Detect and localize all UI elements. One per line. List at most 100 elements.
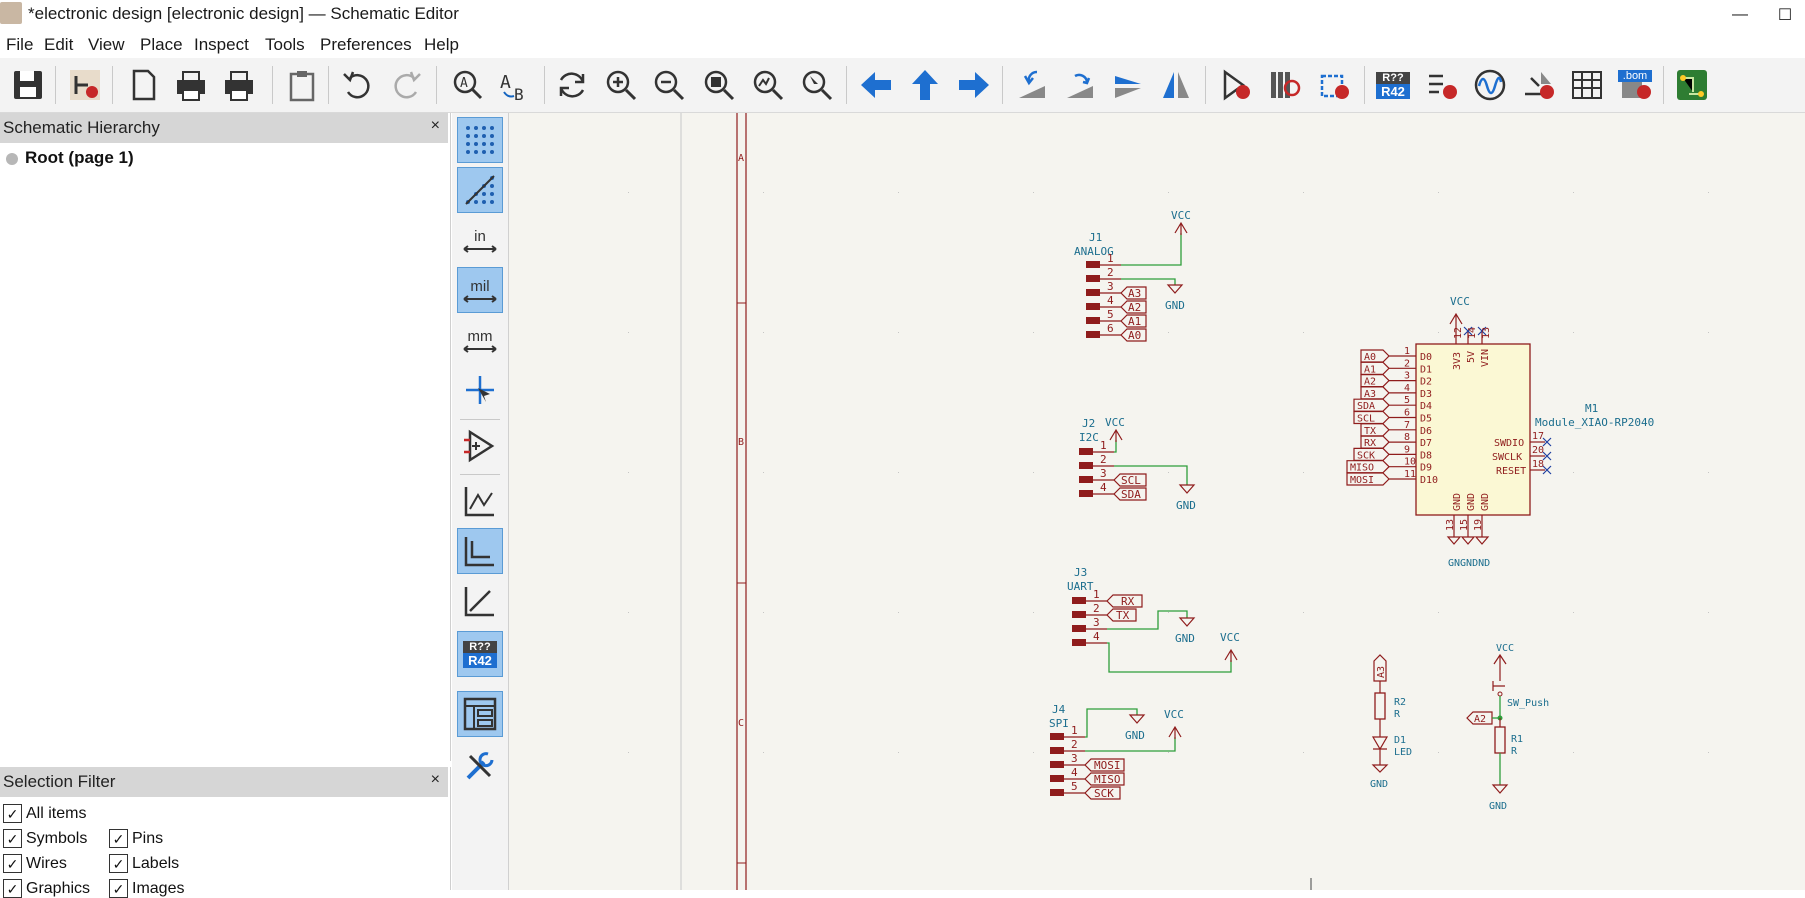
annotate-button[interactable]: R?? R42 [1374,66,1412,104]
filter-graphics[interactable]: ✓ Graphics [3,879,90,898]
checkbox-wires[interactable]: ✓ [3,854,22,873]
navigate-forward-icon[interactable] [955,66,993,104]
zoom-out-icon[interactable] [650,66,688,104]
grid-dots-icon[interactable] [457,117,503,163]
filter-images[interactable]: ✓ Images [109,879,184,898]
zoom-selection-icon[interactable] [798,66,836,104]
table-icon[interactable] [1568,66,1606,104]
units-mil-label: mil [470,277,490,295]
j1-label-a2: A2 [1128,301,1141,314]
refresh-icon[interactable] [553,66,591,104]
svg-text:3: 3 [1107,280,1114,293]
checkbox-labels[interactable]: ✓ [109,854,128,873]
hierarchy-close-button[interactable]: × [431,117,440,135]
redo-icon[interactable] [388,66,426,104]
j2-label-scl: SCL [1121,474,1141,487]
svg-text:3: 3 [1071,752,1078,765]
m1-pin-number: 1 [1404,346,1410,357]
menu-inspect[interactable]: Inspect [194,35,249,55]
cursor-crosshair-icon[interactable] [457,367,503,413]
m1-value: Module_XIAO-RP2040 [1535,416,1654,429]
selection-filter-close-button[interactable]: × [431,771,440,789]
units-mil-button[interactable]: mil [457,267,503,313]
symbol-browser-icon[interactable] [1266,66,1304,104]
mirror-vertical-icon[interactable] [1109,66,1147,104]
m1-label-text: SCK [1357,450,1375,461]
schematic-setup-icon[interactable] [66,66,104,104]
checkbox-graphics[interactable]: ✓ [3,879,22,898]
svg-text:GND: GND [1480,493,1491,511]
m1-pin-number: 8 [1404,432,1410,443]
schematic-drawing[interactable]: A B C J1 ANALOG 1 2 3 4 5 6 VCC GND A3 A… [509,113,1805,890]
menu-file[interactable]: File [6,35,33,55]
annotation-toggle-button[interactable]: R?? R42 [457,631,503,677]
m1-gnd-label: GNGNDND [1448,558,1490,569]
filter-pins[interactable]: ✓ Pins [109,829,163,848]
checkbox-symbols[interactable]: ✓ [3,829,22,848]
filter-all-items[interactable]: ✓ All items [3,804,86,823]
checkbox-all-items[interactable]: ✓ [3,804,22,823]
menu-help[interactable]: Help [424,35,459,55]
root-page-item[interactable]: Root (page 1) [25,148,134,168]
save-icon[interactable] [9,66,47,104]
find-replace-icon[interactable]: AB [496,66,534,104]
schematic-hierarchy-panel: Schematic Hierarchy × Root (page 1) [0,113,451,761]
selection-filter-panel: Selection Filter × ✓ All items ✓ Symbols ✓… [0,767,451,898]
filter-wires[interactable]: ✓ Wires [3,854,67,873]
menu-edit[interactable]: Edit [44,35,73,55]
m1-pin-name: D4 [1420,401,1432,412]
zoom-fit-icon[interactable] [700,66,738,104]
line-mode-90-icon[interactable] [457,528,503,574]
symbol-editor-icon[interactable] [1217,66,1255,104]
grid-overrides-icon[interactable] [457,167,503,213]
menu-preferences[interactable]: Preferences [320,35,412,55]
properties-tools-icon[interactable] [457,743,503,789]
hierarchy-panel-toggle-icon[interactable] [457,691,503,737]
units-inch-button[interactable]: in [457,217,503,263]
left-annotate-bottom-label: R42 [463,652,497,668]
j2-label-sda: SDA [1121,488,1141,501]
checkbox-pins[interactable]: ✓ [109,829,128,848]
rotate-ccw-icon[interactable] [1013,66,1051,104]
zoom-objects-icon[interactable] [749,66,787,104]
schematic-canvas[interactable]: A B C J1 ANALOG 1 2 3 4 5 6 VCC GND A3 A… [509,113,1805,890]
bom-button[interactable]: .bom [1616,66,1654,104]
svg-text:14: 14 [1467,327,1478,339]
menu-tools[interactable]: Tools [265,35,305,55]
svg-text:B: B [514,85,524,102]
line-mode-45-icon[interactable] [457,578,503,624]
j2-gnd-label: GND [1176,499,1196,512]
m1-pin-name: D5 [1420,414,1432,425]
plot-icon[interactable] [220,66,258,104]
paste-icon[interactable] [283,66,321,104]
hidden-pins-icon[interactable] [457,423,503,469]
r1-value: R [1511,746,1518,757]
title-bar: *electronic design [electronic design] —… [0,0,1805,30]
minimize-button[interactable]: — [1720,0,1760,30]
r1-ref: R1 [1511,734,1523,745]
rotate-cw-icon[interactable] [1061,66,1099,104]
menu-view[interactable]: View [88,35,125,55]
zoom-in-icon[interactable] [602,66,640,104]
filter-symbols[interactable]: ✓ Symbols [3,829,87,848]
filter-labels[interactable]: ✓ Labels [109,854,179,873]
checkbox-images[interactable]: ✓ [109,879,128,898]
print-icon[interactable] [172,66,210,104]
units-mm-button[interactable]: mm [457,317,503,363]
units-mm-label: mm [467,327,493,345]
footprint-editor-icon[interactable] [1314,66,1352,104]
simulator-icon[interactable] [1471,66,1509,104]
undo-icon[interactable] [338,66,376,104]
pcb-editor-icon[interactable] [1673,66,1711,104]
maximize-button[interactable]: ☐ [1765,0,1805,30]
mirror-horizontal-icon[interactable] [1157,66,1195,104]
page-settings-icon[interactable] [124,66,162,104]
navigate-back-icon[interactable] [857,66,895,104]
menu-place[interactable]: Place [140,35,183,55]
line-mode-free-icon[interactable] [457,478,503,524]
erc-icon[interactable] [1423,66,1461,104]
netlist-icon[interactable] [1519,66,1557,104]
svg-text:19: 19 [1473,519,1484,531]
navigate-up-icon[interactable] [906,66,944,104]
find-icon[interactable]: A [448,66,486,104]
